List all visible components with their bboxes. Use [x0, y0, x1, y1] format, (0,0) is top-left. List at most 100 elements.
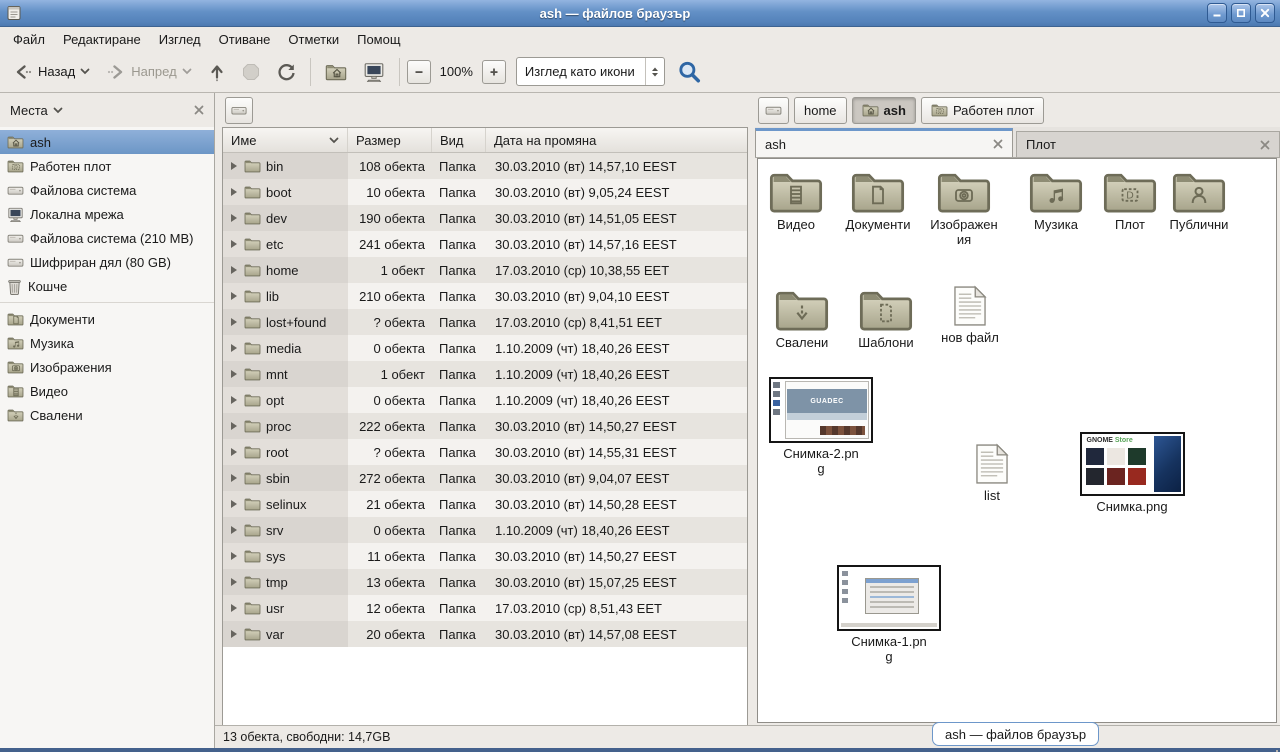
sidebar-item-pictures[interactable]: Изображения	[0, 355, 214, 379]
table-row-lost+found[interactable]: lost+found ? обекта Папка 17.03.2010 (ср…	[223, 309, 747, 335]
table-row-proc[interactable]: proc 222 обекта Папка 30.03.2010 (вт) 14…	[223, 413, 747, 439]
icon-item-templates[interactable]: Шаблони	[850, 287, 922, 350]
minimize-button[interactable]	[1207, 3, 1227, 23]
expander-icon[interactable]	[231, 188, 237, 196]
icon-item-downloads[interactable]: Свалени	[766, 287, 838, 350]
expander-icon[interactable]	[231, 318, 237, 326]
sidebar-close-icon[interactable]	[194, 105, 204, 115]
tab-close-icon[interactable]	[1260, 140, 1270, 150]
zoom-out-button[interactable]	[407, 60, 431, 84]
back-button[interactable]: Назад	[6, 57, 97, 87]
column-header-name[interactable]: Име	[223, 128, 348, 152]
sidebar-dropdown-icon[interactable]	[53, 107, 63, 114]
breadcrumb-ash[interactable]: ash	[852, 97, 916, 124]
expander-icon[interactable]	[231, 526, 237, 534]
expander-icon[interactable]	[231, 396, 237, 404]
table-row-opt[interactable]: opt 0 обекта Папка 1.10.2009 (чт) 18,40,…	[223, 387, 747, 413]
forward-dropdown-icon[interactable]	[182, 68, 192, 75]
icon-item-videos[interactable]: Видео	[760, 169, 832, 232]
tab-plot[interactable]: Плот	[1016, 131, 1280, 157]
expander-icon[interactable]	[231, 552, 237, 560]
sidebar-item-desktop[interactable]: Работен плот	[0, 154, 214, 178]
table-row-home[interactable]: home 1 обект Папка 17.03.2010 (ср) 10,38…	[223, 257, 747, 283]
sidebar-item-network[interactable]: Локална мрежа	[0, 202, 214, 226]
reload-button[interactable]	[269, 56, 303, 88]
tree-pane-location-button[interactable]	[225, 97, 253, 124]
table-row-srv[interactable]: srv 0 обекта Папка 1.10.2009 (чт) 18,40,…	[223, 517, 747, 543]
expander-icon[interactable]	[231, 604, 237, 612]
icon-item-snimka-2[interactable]: GUADECСнимка-2.png	[769, 377, 873, 477]
sidebar-item-filesystem-210mb[interactable]: Файлова система (210 MB)	[0, 226, 214, 250]
expander-icon[interactable]	[231, 214, 237, 222]
zoom-in-button[interactable]	[482, 60, 506, 84]
sidebar-item-encrypted-80gb[interactable]: Шифриран дял (80 GB)	[0, 250, 214, 274]
maximize-button[interactable]	[1231, 3, 1251, 23]
sidebar-item-downloads[interactable]: Свалени	[0, 403, 214, 427]
tab-close-icon[interactable]	[993, 139, 1003, 149]
menu-item-go[interactable]: Отиване	[210, 29, 280, 50]
menu-item-file[interactable]: Файл	[4, 29, 54, 50]
table-row-var[interactable]: var 20 обекта Папка 30.03.2010 (вт) 14,5…	[223, 621, 747, 647]
table-row-root[interactable]: root ? обекта Папка 30.03.2010 (вт) 14,5…	[223, 439, 747, 465]
menu-item-view[interactable]: Изглед	[150, 29, 210, 50]
table-row-lib[interactable]: lib 210 обекта Папка 30.03.2010 (вт) 9,0…	[223, 283, 747, 309]
table-row-boot[interactable]: boot 10 обекта Папка 30.03.2010 (вт) 9,0…	[223, 179, 747, 205]
expander-icon[interactable]	[231, 474, 237, 482]
close-button[interactable]	[1255, 3, 1275, 23]
expander-icon[interactable]	[231, 370, 237, 378]
column-header-size[interactable]: Размер	[348, 128, 432, 152]
taskbar-window-label[interactable]: ash — файлов браузър	[932, 722, 1099, 746]
table-row-sys[interactable]: sys 11 обекта Папка 30.03.2010 (вт) 14,5…	[223, 543, 747, 569]
expander-icon[interactable]	[231, 292, 237, 300]
table-row-selinux[interactable]: selinux 21 обекта Папка 30.03.2010 (вт) …	[223, 491, 747, 517]
sidebar-item-music[interactable]: Музика	[0, 331, 214, 355]
icon-item-snimka-1[interactable]: Снимка-1.png	[837, 565, 941, 665]
column-header-type[interactable]: Вид	[432, 128, 486, 152]
expander-icon[interactable]	[231, 448, 237, 456]
resize-grip[interactable]	[1274, 742, 1276, 744]
expander-icon[interactable]	[231, 500, 237, 508]
table-row-media[interactable]: media 0 обекта Папка 1.10.2009 (чт) 18,4…	[223, 335, 747, 361]
computer-button[interactable]	[356, 56, 392, 88]
tab-ash[interactable]: ash	[755, 128, 1013, 157]
back-dropdown-icon[interactable]	[80, 68, 90, 75]
expander-icon[interactable]	[231, 344, 237, 352]
icon-item-public[interactable]: Публични	[1163, 169, 1235, 232]
icon-item-new-file[interactable]: нов файл	[934, 285, 1006, 345]
sidebar-item-filesystem[interactable]: Файлова система	[0, 178, 214, 202]
table-row-etc[interactable]: etc 241 обекта Папка 30.03.2010 (вт) 14,…	[223, 231, 747, 257]
expander-icon[interactable]	[231, 240, 237, 248]
expander-icon[interactable]	[231, 422, 237, 430]
sidebar-item-documents[interactable]: Документи	[0, 307, 214, 331]
forward-button[interactable]: Напред	[99, 57, 198, 87]
stop-button[interactable]	[235, 57, 267, 87]
search-button[interactable]	[675, 58, 703, 86]
table-row-dev[interactable]: dev 190 обекта Папка 30.03.2010 (вт) 14,…	[223, 205, 747, 231]
expander-icon[interactable]	[231, 266, 237, 274]
sidebar-item-trash[interactable]: Кошче	[0, 274, 214, 298]
table-row-bin[interactable]: bin 108 обекта Папка 30.03.2010 (вт) 14,…	[223, 153, 747, 179]
breadcrumb-desktop[interactable]: Работен плот	[921, 97, 1044, 124]
breadcrumb-home[interactable]: home	[794, 97, 847, 124]
menu-item-edit[interactable]: Редактиране	[54, 29, 150, 50]
icon-item-desktop[interactable]: Плот	[1094, 169, 1166, 232]
expander-icon[interactable]	[231, 578, 237, 586]
table-row-usr[interactable]: usr 12 обекта Папка 17.03.2010 (ср) 8,51…	[223, 595, 747, 621]
icon-item-list[interactable]: list	[956, 443, 1028, 503]
table-row-tmp[interactable]: tmp 13 обекта Папка 30.03.2010 (вт) 15,0…	[223, 569, 747, 595]
up-button[interactable]	[201, 56, 233, 88]
icon-item-music[interactable]: Музика	[1020, 169, 1092, 232]
icon-item-documents[interactable]: Документи	[842, 169, 914, 232]
icon-item-pictures[interactable]: Изображения	[928, 169, 1000, 248]
sidebar-item-ash[interactable]: ash	[0, 130, 214, 154]
expander-icon[interactable]	[231, 162, 237, 170]
menu-item-bookmarks[interactable]: Отметки	[279, 29, 348, 50]
table-row-sbin[interactable]: sbin 272 обекта Папка 30.03.2010 (вт) 9,…	[223, 465, 747, 491]
view-mode-select[interactable]: Изглед като икони	[516, 57, 665, 86]
table-row-mnt[interactable]: mnt 1 обект Папка 1.10.2009 (чт) 18,40,2…	[223, 361, 747, 387]
menu-item-help[interactable]: Помощ	[348, 29, 409, 50]
expander-icon[interactable]	[231, 630, 237, 638]
column-header-date[interactable]: Дата на промяна	[486, 128, 747, 152]
breadcrumb-root[interactable]	[758, 97, 789, 124]
view-mode-stepper[interactable]	[645, 58, 664, 85]
